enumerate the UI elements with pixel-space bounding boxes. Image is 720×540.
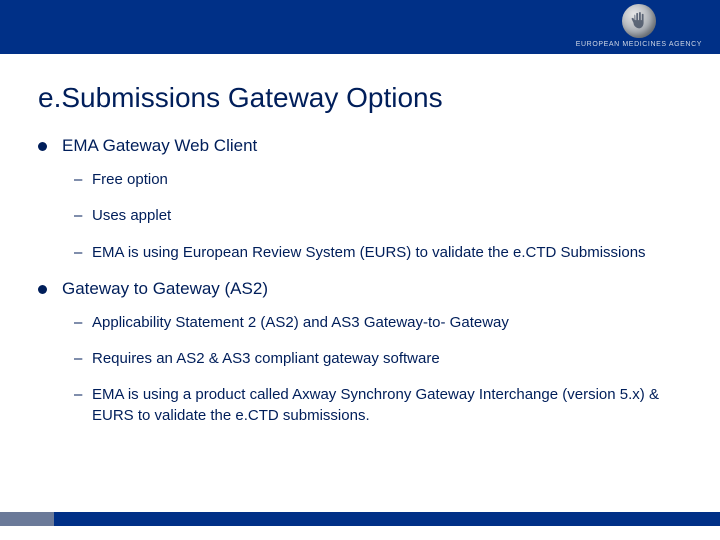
- sub-item: Applicability Statement 2 (AS2) and AS3 …: [62, 313, 682, 333]
- hands-icon: [622, 4, 656, 38]
- agency-name: EUROPEAN MEDICINES AGENCY: [576, 41, 702, 48]
- header-bar: EUROPEAN MEDICINES AGENCY: [0, 0, 720, 54]
- slide: EUROPEAN MEDICINES AGENCY e.Submissions …: [0, 0, 720, 540]
- slide-title: e.Submissions Gateway Options: [38, 82, 682, 114]
- sub-item: Requires an AS2 & AS3 compliant gateway …: [62, 349, 682, 369]
- bullet-list: EMA Gateway Web Client Free option Uses …: [38, 136, 682, 426]
- sub-item: EMA is using European Review System (EUR…: [62, 243, 682, 263]
- sub-item: Uses applet: [62, 206, 682, 226]
- agency-logo: EUROPEAN MEDICINES AGENCY: [576, 4, 702, 48]
- sub-list: Free option Uses applet EMA is using Eur…: [62, 170, 682, 263]
- footer-accent: [0, 512, 54, 526]
- bullet-item: EMA Gateway Web Client Free option Uses …: [38, 136, 682, 263]
- sub-item: EMA is using a product called Axway Sync…: [62, 385, 682, 426]
- content-area: e.Submissions Gateway Options EMA Gatewa…: [0, 54, 720, 426]
- sub-item: Free option: [62, 170, 682, 190]
- sub-list: Applicability Statement 2 (AS2) and AS3 …: [62, 313, 682, 426]
- bullet-label: Gateway to Gateway (AS2): [62, 279, 268, 298]
- footer-bar: [0, 512, 720, 526]
- bullet-item: Gateway to Gateway (AS2) Applicability S…: [38, 279, 682, 426]
- bullet-label: EMA Gateway Web Client: [62, 136, 257, 155]
- logo-circle-icon: [622, 4, 656, 38]
